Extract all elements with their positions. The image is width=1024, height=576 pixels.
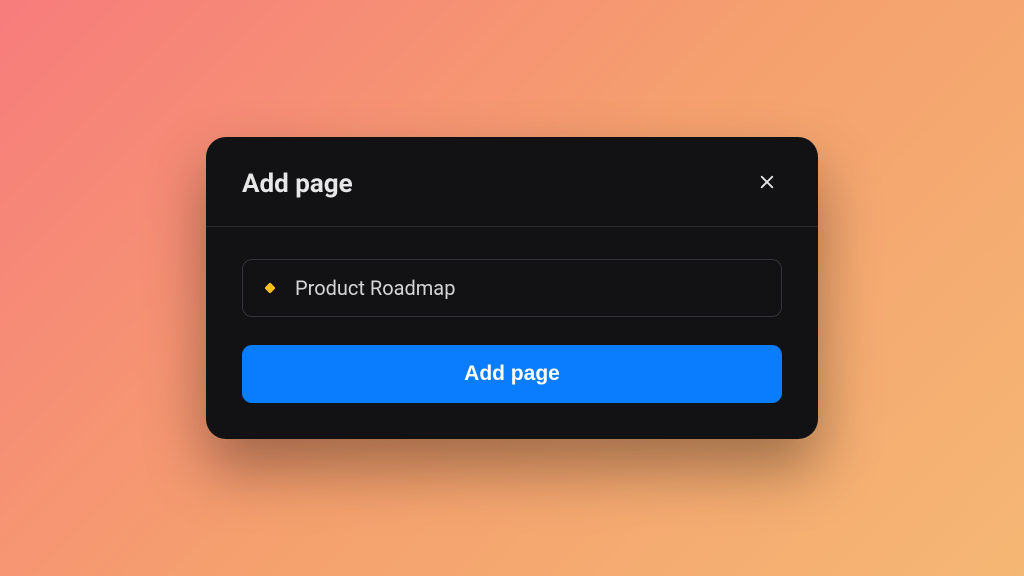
page-name-field[interactable]	[242, 259, 782, 317]
close-button[interactable]	[752, 167, 782, 200]
close-icon	[758, 173, 776, 194]
modal-title: Add page	[242, 169, 353, 199]
modal-header: Add page	[206, 137, 818, 227]
add-page-modal: Add page Add page	[206, 137, 818, 439]
page-name-input[interactable]	[295, 276, 763, 300]
diamond-icon	[261, 279, 279, 297]
modal-body: Add page	[206, 227, 818, 439]
add-page-button[interactable]: Add page	[242, 345, 782, 403]
